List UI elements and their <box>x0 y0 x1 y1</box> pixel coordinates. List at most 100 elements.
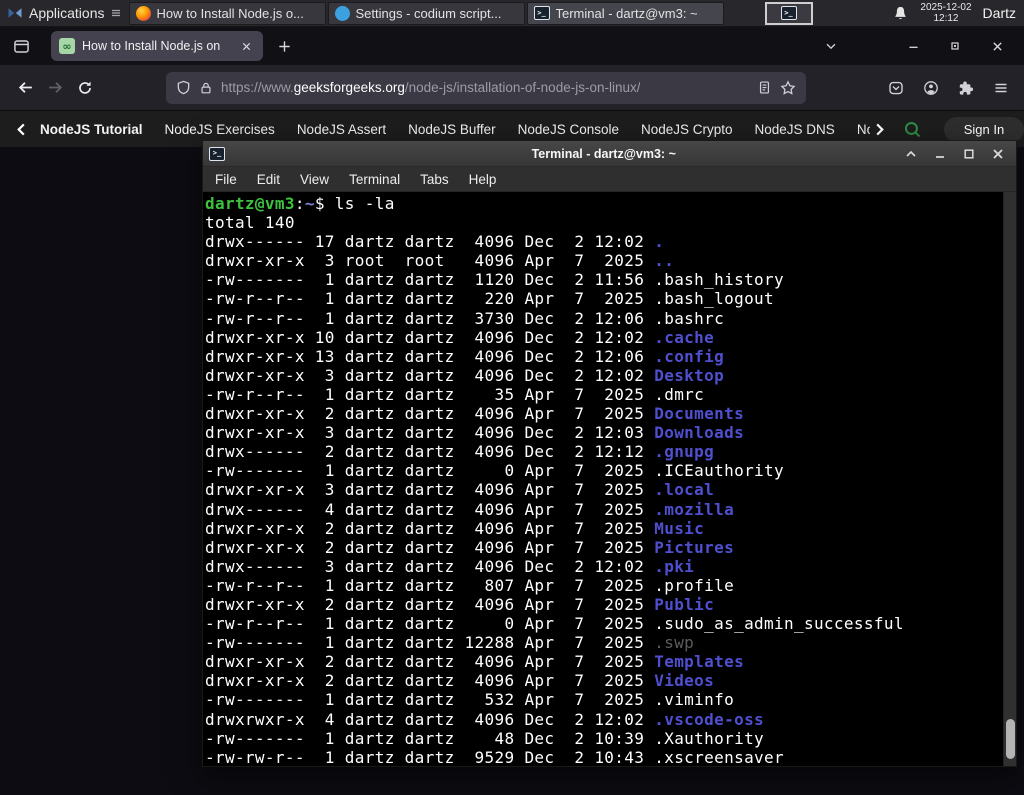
terminal-line: -rw-r--r-- 1 dartz dartz 3730 Dec 2 12:0… <box>205 308 725 328</box>
terminal-line: -rw-r--r-- 1 dartz dartz 220 Apr 7 2025 … <box>205 289 775 309</box>
clock-date: 2025-12-02 <box>920 2 972 13</box>
terminal-menu-help[interactable]: Help <box>459 167 507 192</box>
geeksforgeeks-favicon: ∞ <box>59 38 75 54</box>
terminal-line: -rw------- 1 dartz dartz 0 Apr 7 2025 .I… <box>205 461 785 481</box>
terminal-menu-file[interactable]: File <box>205 167 247 192</box>
new-tab-button[interactable] <box>271 33 297 59</box>
window-maximize-icon[interactable] <box>942 33 968 59</box>
firefox-window-controls <box>900 33 1024 59</box>
tracking-shield-icon[interactable] <box>176 80 191 95</box>
gfg-search-icon[interactable] <box>900 117 924 141</box>
terminal-line: drwxr-xr-x 2 dartz dartz 4096 Apr 7 2025… <box>205 537 735 557</box>
gfg-nav-link[interactable]: NodeJS Console <box>518 122 619 137</box>
applications-menu-button[interactable]: Applications <box>0 0 128 26</box>
window-button-label: How to Install Node.js o... <box>156 5 304 21</box>
firefox-tab-bar: ∞ How to Install Node.js on <box>0 27 1024 65</box>
window-minimize-icon[interactable] <box>900 33 926 59</box>
terminal-line: total 140 <box>205 213 295 233</box>
window-button-label: Settings - codium script... <box>355 5 502 21</box>
forward-button[interactable] <box>40 73 70 103</box>
gfg-nav-link[interactable]: NodeJS Tutorial <box>40 122 143 137</box>
terminal-mini-icon: >_ <box>780 6 797 20</box>
panel-window-button-vscodium[interactable]: Settings - codium script... <box>327 1 525 25</box>
terminal-menu-tabs[interactable]: Tabs <box>410 167 459 192</box>
terminal-line: -rw------- 1 dartz dartz 532 Apr 7 2025 … <box>205 690 735 710</box>
terminal-body[interactable]: dartz@vm3:~$ ls -la total 140 drwx------ 1… <box>203 192 1016 766</box>
gfg-sign-in-button[interactable]: Sign In <box>944 116 1024 142</box>
terminal-minimize-icon[interactable] <box>932 146 948 162</box>
window-button-list: How to Install Node.js o... Settings - co… <box>128 1 725 25</box>
tab-title: How to Install Node.js on <box>82 39 221 53</box>
nav-scroll-right-icon[interactable] <box>870 120 888 138</box>
url-text: https://www.geeksforgeeks.org/node-js/in… <box>221 80 640 95</box>
panel-window-button-firefox[interactable]: How to Install Node.js o... <box>128 1 326 25</box>
reload-button[interactable] <box>70 73 100 103</box>
url-scheme: https://www. <box>221 80 294 95</box>
notification-bell-icon[interactable] <box>892 5 909 22</box>
terminal-maximize-icon[interactable] <box>961 146 977 162</box>
window-close-icon[interactable] <box>984 33 1010 59</box>
hamburger-menu-icon[interactable] <box>988 75 1014 101</box>
bookmark-star-icon[interactable] <box>780 79 796 96</box>
gfg-nav-links: NodeJS Tutorial NodeJS Exercises NodeJS As… <box>40 122 870 137</box>
terminal-line: drwxr-xr-x 10 dartz dartz 4096 Dec 2 12:… <box>205 327 715 347</box>
gfg-nav-link[interactable]: NodeJS Exercises <box>165 122 275 137</box>
panel-window-button-terminal[interactable]: >_ Terminal - dartz@vm3: ~ <box>526 1 724 25</box>
gfg-nav-link[interactable]: Node <box>857 122 870 137</box>
terminal-line: drwxr-xr-x 2 dartz dartz 4096 Apr 7 2025… <box>205 671 715 691</box>
terminal-titlebar[interactable]: >_ Terminal - dartz@vm3: ~ <box>203 141 1016 167</box>
gfg-nav-link[interactable]: NodeJS Buffer <box>408 122 496 137</box>
panel-status-area: 2025-12-02 12:12 Dartz <box>892 2 1024 24</box>
account-icon[interactable] <box>918 75 944 101</box>
terminal-close-icon[interactable] <box>990 146 1006 162</box>
panel-clock[interactable]: 2025-12-02 12:12 <box>920 2 971 24</box>
reader-view-icon[interactable] <box>757 80 772 95</box>
terminal-scrollbar-track[interactable] <box>1003 192 1016 766</box>
window-button-label: Terminal - dartz@vm3: ~ <box>555 5 698 21</box>
terminal-line: drwx------ 17 dartz dartz 4096 Dec 2 12:… <box>205 232 665 252</box>
terminal-line: drwxr-xr-x 13 dartz dartz 4096 Dec 2 12:… <box>205 346 725 366</box>
workspace-pager[interactable]: >_ <box>764 1 813 25</box>
firefox-nav-toolbar: https://www.geeksforgeeks.org/node-js/in… <box>0 65 1024 111</box>
gfg-nav-link[interactable]: NodeJS Assert <box>297 122 386 137</box>
applications-label: Applications <box>29 5 105 21</box>
terminal-menu-edit[interactable]: Edit <box>247 167 290 192</box>
applications-icon <box>7 5 23 21</box>
terminal-line: drwxr-xr-x 3 root root 4096 Apr 7 2025 .… <box>205 251 675 271</box>
pocket-save-icon[interactable] <box>883 75 909 101</box>
terminal-line: dartz@vm3:~$ ls -la <box>205 194 395 213</box>
terminal-line: -rw------- 1 dartz dartz 1120 Dec 2 11:5… <box>205 270 785 290</box>
terminal-line: drwx------ 3 dartz dartz 4096 Dec 2 12:0… <box>205 556 695 576</box>
terminal-line: -rw-r--r-- 1 dartz dartz 35 Apr 7 2025 .… <box>205 384 705 404</box>
list-all-tabs-button[interactable] <box>818 33 844 59</box>
browser-tab[interactable]: ∞ How to Install Node.js on <box>51 31 263 61</box>
terminal-window-controls <box>903 146 1016 162</box>
terminal-menu-terminal[interactable]: Terminal <box>339 167 410 192</box>
terminal-window: >_ Terminal - dartz@vm3: ~ File Edit View T… <box>202 140 1017 767</box>
terminal-scrollbar-thumb[interactable] <box>1006 719 1015 759</box>
terminal-line: drwxr-xr-x 3 dartz dartz 4096 Apr 7 2025… <box>205 480 715 500</box>
terminal-line: drwxr-xr-x 2 dartz dartz 4096 Apr 7 2025… <box>205 594 715 614</box>
url-path: /node-js/installation-of-node-js-on-linu… <box>404 80 641 95</box>
clock-time: 12:12 <box>933 13 959 24</box>
lock-icon[interactable] <box>199 81 213 95</box>
terminal-output: dartz@vm3:~$ ls -la total 140 drwx------ 1… <box>203 192 1003 766</box>
tab-close-icon[interactable] <box>237 37 255 55</box>
terminal-line: drwxrwxr-x 4 dartz dartz 4096 Dec 2 12:0… <box>205 709 765 729</box>
url-bar[interactable]: https://www.geeksforgeeks.org/node-js/in… <box>166 71 806 104</box>
firefox-view-button[interactable] <box>8 33 34 59</box>
firefox-icon <box>135 5 151 21</box>
extensions-puzzle-icon[interactable] <box>953 75 979 101</box>
terminal-menu-view[interactable]: View <box>290 167 339 192</box>
terminal-line: drwxr-xr-x 2 dartz dartz 4096 Apr 7 2025… <box>205 404 745 424</box>
back-button[interactable] <box>10 73 40 103</box>
terminal-line: drwxr-xr-x 3 dartz dartz 4096 Dec 2 12:0… <box>205 365 725 385</box>
gfg-nav-link[interactable]: NodeJS Crypto <box>641 122 733 137</box>
panel-user-button[interactable]: Dartz <box>983 5 1016 21</box>
terminal-shade-icon[interactable] <box>903 146 919 162</box>
gfg-nav-link[interactable]: NodeJS DNS <box>755 122 835 137</box>
nav-scroll-left-icon[interactable] <box>12 120 30 138</box>
terminal-line: drwxr-xr-x 2 dartz dartz 4096 Apr 7 2025… <box>205 652 745 672</box>
terminal-line: drwx------ 4 dartz dartz 4096 Apr 7 2025… <box>205 499 735 519</box>
terminal-line: drwxr-xr-x 2 dartz dartz 4096 Apr 7 2025… <box>205 518 705 538</box>
